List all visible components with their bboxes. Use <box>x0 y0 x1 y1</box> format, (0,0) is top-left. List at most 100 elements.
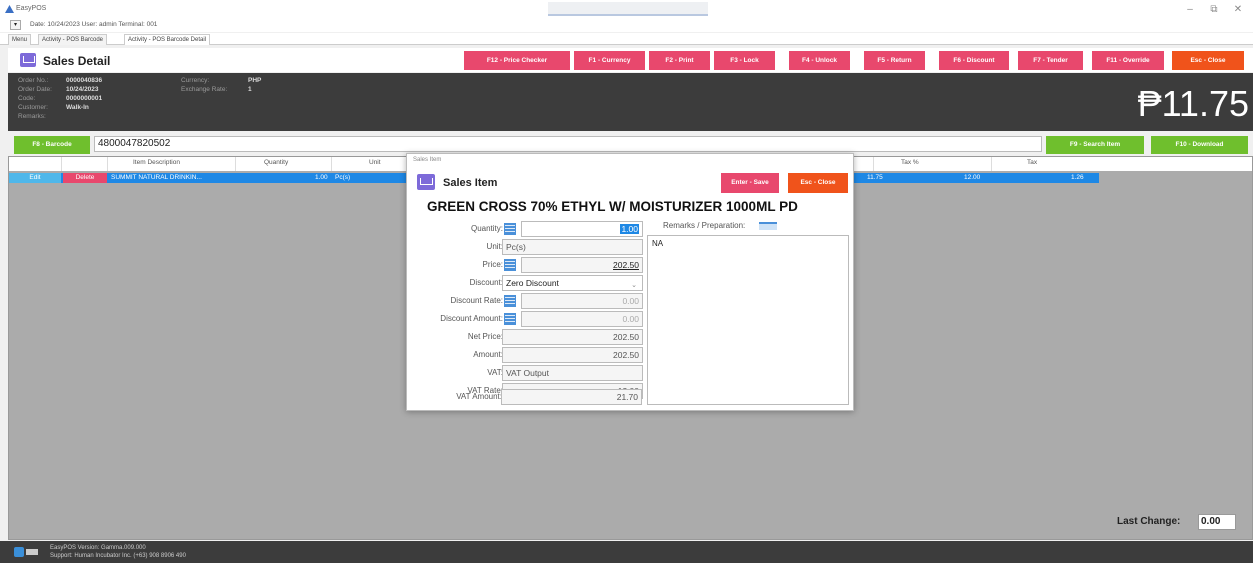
net-price-label: Net Price: <box>467 332 503 341</box>
delete-button[interactable]: Delete <box>63 173 107 183</box>
code-label: Code: <box>18 95 36 102</box>
net-price-field: 202.50 <box>502 329 643 345</box>
order-no-label: Order No.: <box>18 77 49 84</box>
discount-row: Discount: Zero Discount ⌄ <box>407 275 647 291</box>
price-checker-button[interactable]: F12 - Price Checker <box>464 51 570 70</box>
quantity-label: Quantity: <box>470 224 503 233</box>
currency-label: Currency: <box>181 77 210 84</box>
grid-separator <box>873 157 874 171</box>
return-button[interactable]: F5 - Return <box>864 51 925 70</box>
remarks-label: Remarks: <box>18 113 46 120</box>
grid-separator <box>991 157 992 171</box>
price-field[interactable]: 202.50 <box>521 257 643 273</box>
save-button[interactable]: Enter - Save <box>721 173 779 193</box>
calculator-icon[interactable] <box>504 313 516 325</box>
cart-icon <box>417 174 435 190</box>
restore-icon[interactable]: ⧉ <box>1204 4 1224 15</box>
header-quantity: Quantity <box>264 159 289 166</box>
price-value: 202.50 <box>613 260 639 270</box>
page-title: Sales Detail <box>43 54 111 68</box>
dialog-window-title: Sales Item <box>413 157 442 163</box>
discount-rate-field[interactable]: 0.00 <box>521 293 643 309</box>
grid-separator <box>235 157 236 171</box>
tab-pos-barcode[interactable]: Activity - POS Barcode <box>38 34 108 45</box>
discount-button[interactable]: F6 - Discount <box>939 51 1009 70</box>
session-info: Date: 10/24/2023 User: admin Terminal: 0… <box>30 21 158 28</box>
vat-amount-label: VAT Amount: <box>456 392 502 401</box>
calculator-icon[interactable] <box>504 259 516 271</box>
order-total: ₱11.75 <box>1137 83 1249 124</box>
company-logo-icon <box>14 547 24 557</box>
customer-value: Walk-In <box>66 104 89 111</box>
window-titlebar: EasyPOS – ⧉ ✕ <box>0 0 1253 20</box>
tender-button[interactable]: F7 - Tender <box>1018 51 1083 70</box>
discount-value: Zero Discount <box>506 278 559 288</box>
discount-amount-row: Discount Amount: 0.00 <box>407 311 647 327</box>
search-item-button[interactable]: F9 - Search Item <box>1046 136 1144 154</box>
override-button[interactable]: F11 - Override <box>1092 51 1164 70</box>
discount-rate-row: Discount Rate: 0.00 <box>407 293 647 309</box>
last-change-value: 0.00 <box>1198 514 1236 530</box>
company-logo-mark <box>26 549 38 555</box>
row-tax: 1.26 <box>1071 174 1084 181</box>
support-text: Support: Human Incubator Inc. (+63) 908 … <box>50 553 186 559</box>
header-tax-rate: Tax % <box>901 159 919 166</box>
discount-rate-label: Discount Rate: <box>450 296 503 305</box>
calculator-icon[interactable] <box>504 223 516 235</box>
grid-separator <box>107 157 108 171</box>
remarks-preparation-label: Remarks / Preparation: <box>663 221 746 230</box>
lock-button[interactable]: F3 - Lock <box>714 51 775 70</box>
discount-amount-label: Discount Amount: <box>440 314 503 323</box>
vat-row: VAT: VAT Output <box>407 365 647 381</box>
amount-row: Amount: 202.50 <box>407 347 647 363</box>
vat-label: VAT: <box>487 368 503 377</box>
currency-button[interactable]: F1 - Currency <box>574 51 645 70</box>
unit-label: Unit: <box>486 242 503 251</box>
remarks-textarea[interactable]: NA <box>647 235 849 405</box>
discount-label: Discount: <box>469 278 503 287</box>
dialog-heading: Sales Item <box>443 177 498 189</box>
dialog-close-button[interactable]: Esc - Close <box>788 173 848 193</box>
barcode-button[interactable]: F8 - Barcode <box>14 136 90 154</box>
grid-separator <box>331 157 332 171</box>
close-button[interactable]: Esc - Close <box>1172 51 1244 70</box>
header-tax: Tax <box>1027 159 1038 166</box>
amount-field: 202.50 <box>502 347 643 363</box>
menu-dropdown-icon[interactable]: ▾ <box>10 20 21 30</box>
app-title: EasyPOS <box>16 5 47 12</box>
print-button[interactable]: F2 - Print <box>649 51 710 70</box>
quantity-row: Quantity: 1.00 <box>407 221 647 237</box>
download-button[interactable]: F10 - Download <box>1151 136 1248 154</box>
keyboard-icon[interactable] <box>759 222 777 230</box>
exchange-rate-value: 1 <box>248 86 252 93</box>
order-date-value: 10/24/2023 <box>66 86 99 93</box>
customer-label: Customer: <box>18 104 48 111</box>
tab-menu[interactable]: Menu <box>8 34 32 45</box>
barcode-input[interactable]: 4800047820502 <box>94 136 1042 152</box>
grid-separator <box>61 157 62 171</box>
product-name: GREEN CROSS 70% ETHYL W/ MOISTURIZER 100… <box>427 199 798 214</box>
price-label: Price: <box>482 260 503 269</box>
unlock-button[interactable]: F4 - Unlock <box>789 51 850 70</box>
row-tax-rate: 12.00 <box>964 174 981 181</box>
status-footer: EasyPOS Version: Gamma.009.000 Support: … <box>0 541 1253 563</box>
vat-field: VAT Output <box>502 365 643 381</box>
close-icon[interactable]: ✕ <box>1228 4 1248 15</box>
discount-amount-field[interactable]: 0.00 <box>521 311 643 327</box>
quantity-field[interactable]: 1.00 <box>521 221 643 237</box>
calculator-icon[interactable] <box>504 295 516 307</box>
exchange-rate-label: Exchange Rate: <box>181 86 228 93</box>
row-description: SUMMIT NATURAL DRINKIN... <box>111 174 202 181</box>
chevron-down-icon: ⌄ <box>631 282 637 289</box>
order-date-label: Order Date: <box>18 86 52 93</box>
unit-field: Pc(s) <box>502 239 643 255</box>
unit-row: Unit: Pc(s) <box>407 239 647 255</box>
edit-button[interactable]: Edit <box>9 173 61 183</box>
tab-pos-barcode-detail[interactable]: Activity - POS Barcode Detail <box>124 34 211 45</box>
quantity-value: 1.00 <box>620 224 639 234</box>
row-quantity: 1.00 <box>315 174 328 181</box>
sales-item-dialog: Sales Item Sales Item Enter - Save Esc -… <box>406 153 854 411</box>
document-tabs: Menu Activity - POS Barcode Activity - P… <box>0 33 1253 45</box>
minimize-icon[interactable]: – <box>1180 4 1200 15</box>
discount-select[interactable]: Zero Discount ⌄ <box>502 275 643 291</box>
